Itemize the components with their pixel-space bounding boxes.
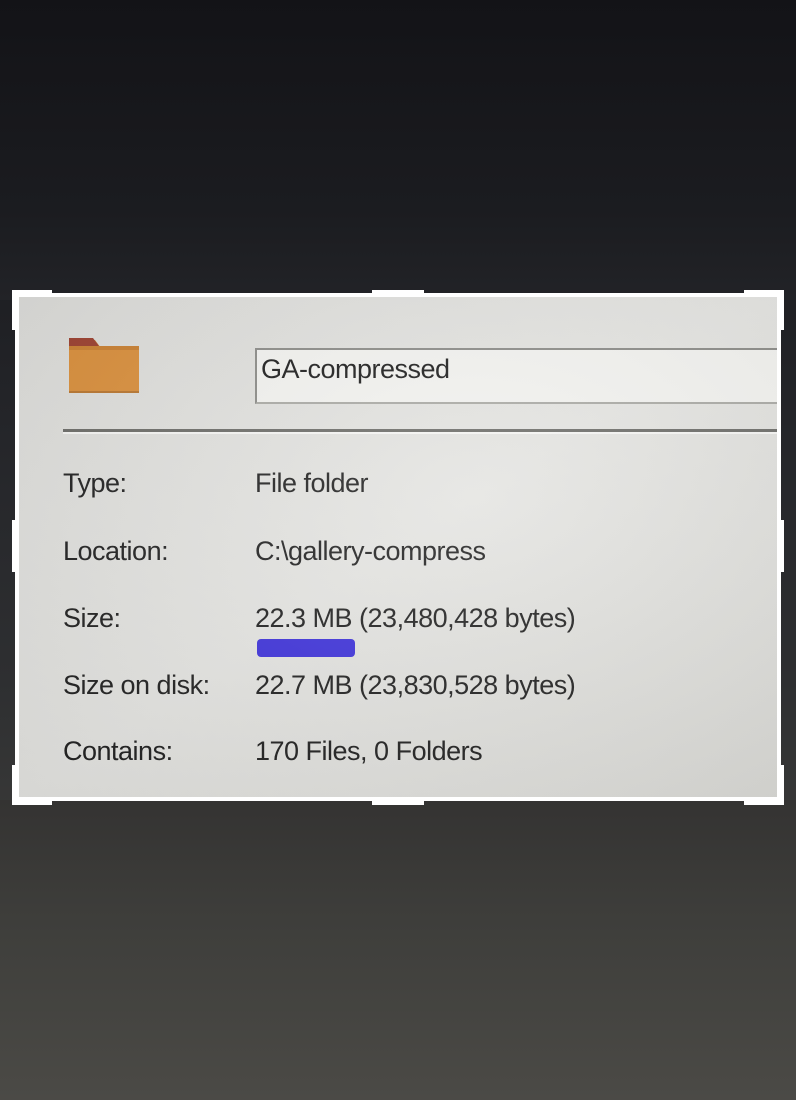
type-label: Type: (63, 468, 127, 498)
type-row: Type: File folder (19, 468, 777, 508)
crop-corner-bottom-left[interactable] (12, 765, 52, 805)
size-on-disk-label: Size on disk: (63, 670, 210, 700)
size-on-disk-value: 22.7 MB (23,830,528 bytes) (255, 670, 576, 700)
contains-value: 170 Files, 0 Folders (255, 736, 483, 766)
size-on-disk-row: Size on disk: 22.7 MB (23,830,528 bytes) (19, 670, 777, 710)
crop-handle-top[interactable] (372, 290, 424, 297)
properties-photo: GA-compressed Type: File folder Location… (19, 296, 777, 798)
background-bottom (0, 800, 796, 1100)
crop-handle-right[interactable] (777, 520, 784, 572)
background-top (0, 0, 796, 300)
crop-handle-left[interactable] (12, 520, 19, 572)
crop-corner-top-right[interactable] (744, 290, 784, 330)
contains-row: Contains: 170 Files, 0 Folders (19, 736, 777, 776)
location-value[interactable]: C:\gallery-compress (255, 536, 486, 567)
type-value: File folder (255, 468, 369, 498)
highlight-underline (257, 639, 355, 657)
separator (63, 429, 777, 432)
crop-handle-bottom[interactable] (372, 798, 424, 805)
size-row: Size: 22.3 MB (23,480,428 bytes) (19, 603, 777, 643)
size-value: 22.3 MB (23,480,428 bytes) (255, 603, 576, 633)
location-row: Location: C:\gallery-compress (19, 536, 777, 576)
size-label: Size: (63, 603, 121, 633)
crop-corner-bottom-right[interactable] (744, 765, 784, 805)
crop-corner-top-left[interactable] (12, 290, 52, 330)
location-label: Location: (63, 536, 169, 566)
contains-label: Contains: (63, 736, 173, 766)
folder-name-field[interactable]: GA-compressed (255, 348, 777, 404)
folder-icon (69, 338, 139, 393)
